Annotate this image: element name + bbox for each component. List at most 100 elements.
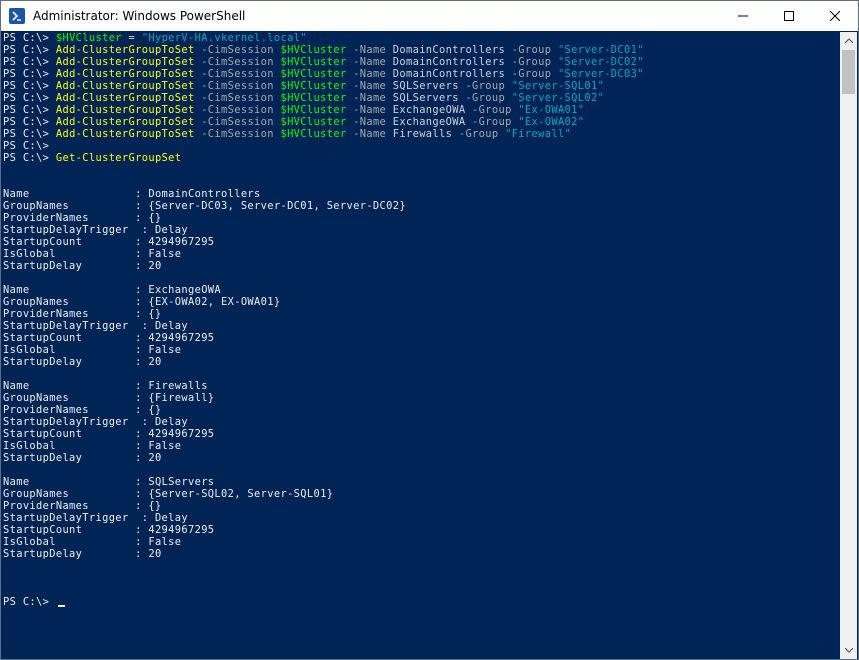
separator: : <box>29 476 149 488</box>
separator: : <box>69 200 149 212</box>
result-row: GroupNames : {Server-SQL02, Server-SQL01… <box>3 488 841 500</box>
prompt-text: PS C:\> <box>3 92 56 104</box>
token-param: -Group <box>465 104 519 116</box>
chevron-down-icon <box>844 648 853 653</box>
property-value: False <box>148 440 182 452</box>
minimize-icon <box>738 15 748 17</box>
property-value: SQLServers <box>148 476 215 488</box>
property-value: DomainControllers <box>148 188 261 200</box>
property-value: {} <box>148 308 162 320</box>
token-op: DomainControllers <box>392 68 506 80</box>
property-value: {Server-SQL02, Server-SQL01} <box>148 488 334 500</box>
property-name: StartupCount <box>3 524 83 536</box>
property-name: GroupNames <box>3 392 70 404</box>
window-title: Administrator: Windows PowerShell <box>33 9 246 23</box>
minimize-button[interactable] <box>720 1 766 31</box>
separator: : <box>82 356 149 368</box>
property-name: StartupDelayTrigger <box>3 512 129 524</box>
separator: : <box>128 416 155 428</box>
command-line: PS C:\> Add-ClusterGroupToSet -CimSessio… <box>3 92 841 104</box>
result-row: ProviderNames : {} <box>3 500 841 512</box>
token-param: -Name <box>346 116 393 128</box>
command-line: PS C:\> Add-ClusterGroupToSet -CimSessio… <box>3 56 841 68</box>
property-value: 4294967295 <box>148 332 215 344</box>
property-name: StartupCount <box>3 428 83 440</box>
scroll-up-button[interactable] <box>840 32 857 49</box>
separator: : <box>128 320 155 332</box>
property-value: Firewalls <box>148 380 208 392</box>
console-area[interactable]: PS C:\> $HVCluster = "HyperV-HA.vkernel.… <box>1 32 841 659</box>
token-param: -Group <box>465 116 519 128</box>
result-row: StartupDelay : 20 <box>3 548 841 560</box>
command-line: PS C:\> Add-ClusterGroupToSet -CimSessio… <box>3 68 841 80</box>
property-name: StartupDelay <box>3 356 83 368</box>
separator: : <box>55 248 149 260</box>
token-param: -CimSession <box>194 104 281 116</box>
separator: : <box>88 404 149 416</box>
result-row: StartupDelayTrigger : Delay <box>3 512 841 524</box>
property-value: False <box>148 536 182 548</box>
token-op: ExchangeOWA <box>392 116 466 128</box>
property-value: {Server-DC03, Server-DC01, Server-DC02} <box>148 200 406 212</box>
result-row: Name : Firewalls <box>3 380 841 392</box>
token-param: -Name <box>346 104 393 116</box>
prompt-text: PS C:\> <box>3 596 56 608</box>
token-param: -CimSession <box>194 44 281 56</box>
property-value: False <box>148 344 182 356</box>
property-value: ExchangeOWA <box>148 284 222 296</box>
title-bar[interactable]: Administrator: Windows PowerShell <box>1 1 858 31</box>
separator: : <box>128 512 155 524</box>
separator: : <box>82 428 149 440</box>
scrollbar-thumb[interactable] <box>842 50 855 94</box>
token-var: $HVCluster <box>280 116 347 128</box>
token-param: -Name <box>346 44 393 56</box>
powershell-icon <box>9 8 25 24</box>
property-value: {} <box>148 212 162 224</box>
command-line: PS C:\> Get-ClusterGroupSet <box>3 152 841 164</box>
property-value: Delay <box>154 416 188 428</box>
command-line: PS C:\> Add-ClusterGroupToSet -CimSessio… <box>3 80 841 92</box>
scroll-down-button[interactable] <box>840 642 857 659</box>
property-value: {EX-OWA02, EX-OWA01} <box>148 296 281 308</box>
separator: : <box>69 392 149 404</box>
token-var: $HVCluster <box>280 44 347 56</box>
token-param: -Name <box>346 68 393 80</box>
token-param: -Group <box>505 56 558 68</box>
property-name: StartupDelay <box>3 452 83 464</box>
property-value: 4294967295 <box>148 524 215 536</box>
maximize-button[interactable] <box>766 1 812 31</box>
property-name: StartupDelay <box>3 548 83 560</box>
property-value: 20 <box>148 548 162 560</box>
powershell-window: Administrator: Windows PowerShell PS C:\… <box>0 0 859 660</box>
property-name: IsGlobal <box>3 536 56 548</box>
token-op: SQLServers <box>392 92 459 104</box>
token-param: -CimSession <box>194 80 281 92</box>
token-param: -Group <box>452 128 506 140</box>
token-cmd: Add-ClusterGroupToSet <box>55 104 195 116</box>
result-row: StartupCount : 4294967295 <box>3 236 841 248</box>
result-row: GroupNames : {Server-DC03, Server-DC01, … <box>3 200 841 212</box>
separator: : <box>82 524 149 536</box>
vertical-scrollbar[interactable] <box>840 32 857 659</box>
prompt-text: PS C:\> <box>3 44 56 56</box>
close-button[interactable] <box>812 1 858 31</box>
property-name: IsGlobal <box>3 344 56 356</box>
separator: : <box>29 380 149 392</box>
property-name: Name <box>3 476 30 488</box>
separator: : <box>82 452 149 464</box>
token-op: DomainControllers <box>392 44 506 56</box>
property-value: Delay <box>154 512 188 524</box>
separator: : <box>69 296 149 308</box>
chevron-up-icon <box>844 38 853 43</box>
token-cmd: Add-ClusterGroupToSet <box>55 128 195 140</box>
token-param: -Group <box>505 44 558 56</box>
prompt-text: PS C:\> <box>3 128 56 140</box>
command-line: PS C:\> Add-ClusterGroupToSet -CimSessio… <box>3 104 841 116</box>
token-param: -CimSession <box>194 68 281 80</box>
result-row: StartupDelay : 20 <box>3 452 841 464</box>
token-param: -CimSession <box>194 116 281 128</box>
token-var: $HVCluster <box>280 92 347 104</box>
